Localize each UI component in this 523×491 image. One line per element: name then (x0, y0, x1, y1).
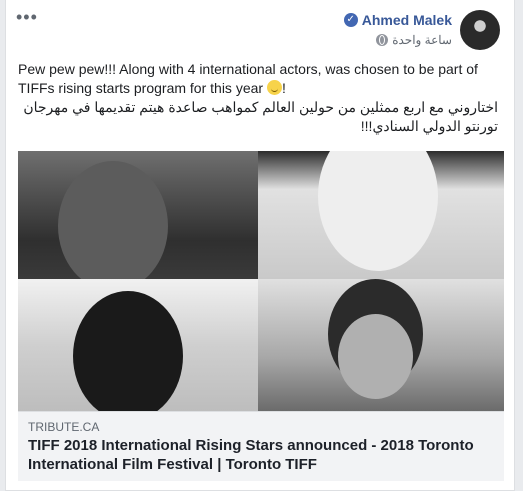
link-preview[interactable]: TRIBUTE.CA TIFF 2018 International Risin… (18, 411, 504, 481)
post-text-en: Pew pew pew!!! Along with 4 internationa… (18, 60, 498, 98)
smiley-emoji-icon (266, 80, 282, 95)
face-shape (73, 291, 183, 411)
photo-actor-1[interactable] (18, 151, 258, 279)
face-shape (318, 151, 438, 271)
link-domain: TRIBUTE.CA (28, 420, 100, 434)
post-card: ••• ✓ Ahmed Malek ساعة واحدة Pew pew pew… (5, 0, 515, 491)
verified-badge-icon: ✓ (343, 13, 358, 27)
author-name-link[interactable]: Ahmed Malek (362, 12, 452, 28)
author-header: ✓ Ahmed Malek (343, 12, 452, 28)
more-options-icon[interactable]: ••• (16, 8, 38, 26)
post-text-en-body: Pew pew pew!!! Along with 4 internationa… (18, 61, 478, 96)
face-shape (338, 314, 413, 399)
photo-actor-3[interactable] (18, 279, 258, 411)
post-timestamp[interactable]: ساعة واحدة (392, 33, 452, 47)
photo-actor-2[interactable] (258, 151, 504, 279)
post-text-en-suffix: ! (281, 80, 286, 96)
globe-icon[interactable] (376, 34, 389, 46)
post-text: Pew pew pew!!! Along with 4 internationa… (18, 60, 498, 136)
photo-grid[interactable] (18, 151, 504, 411)
post-text-ar: اختاروني مع اربع ممثلين من حولين العالم … (23, 99, 498, 134)
link-title[interactable]: TIFF 2018 International Rising Stars ann… (28, 436, 494, 474)
post-meta: ساعة واحدة (376, 33, 452, 47)
photo-actor-4[interactable] (258, 279, 504, 411)
avatar[interactable] (460, 10, 500, 50)
face-shape (58, 161, 168, 279)
